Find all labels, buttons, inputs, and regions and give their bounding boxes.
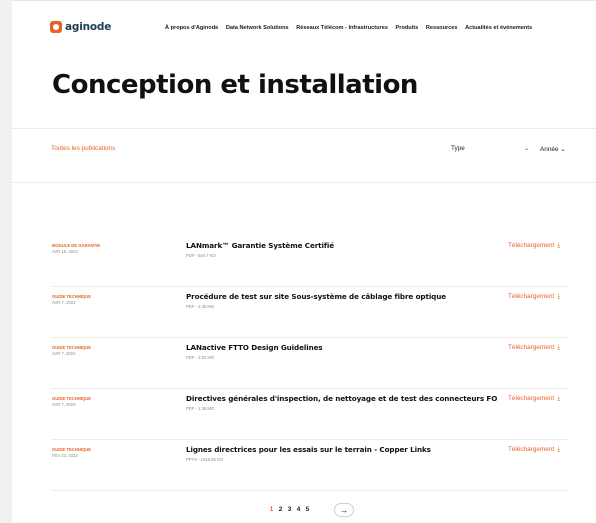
publication-meta: PDF - 1.36 MO	[186, 406, 215, 411]
year-filter[interactable]: Année ⌄	[540, 145, 566, 153]
chevron-down-icon[interactable]: ⌄	[524, 145, 529, 152]
arrow-right-icon: →	[340, 505, 348, 515]
publication-meta: PDF - 2.02 MO	[186, 355, 215, 360]
publication-title[interactable]: LANmark™ Garantie Système Certifié	[186, 241, 334, 250]
publication-date: Avr 7, 2023	[52, 351, 76, 356]
all-publications-filter[interactable]: Toutes les publications	[51, 145, 115, 152]
publication-date: Fév 23, 2023	[52, 453, 78, 458]
download-icon: ⤓	[557, 242, 561, 249]
download-label: Téléchargement	[508, 293, 555, 300]
download-link[interactable]: Téléchargement ⤓	[508, 293, 560, 301]
publication-category: Module de garantie	[52, 243, 101, 248]
main-nav: À propos d'Aginode Data Network Solution…	[165, 25, 532, 31]
publication-meta: PDF - 2.45 MO	[186, 304, 215, 309]
publication-meta: PPTX - 1019.55 KO	[186, 457, 224, 462]
row-divider	[51, 490, 569, 491]
page-title: Conception et installation	[52, 70, 418, 100]
top-border	[12, 0, 596, 1]
nav-item-data-network[interactable]: Data Network Solutions	[226, 25, 289, 31]
download-link[interactable]: Téléchargement ⤓	[508, 242, 560, 250]
left-rail	[0, 0, 12, 523]
publication-category: Guide technique	[52, 294, 92, 299]
nav-item-products[interactable]: Produits	[396, 25, 419, 31]
publication-category: Guide technique	[52, 345, 92, 350]
publication-title[interactable]: Procédure de test sur site Sous-système …	[186, 292, 446, 301]
download-icon: ⤓	[557, 344, 561, 351]
publication-title[interactable]: Lignes directrices pour les essais sur l…	[186, 445, 431, 454]
download-label: Téléchargement	[508, 446, 555, 453]
download-label: Téléchargement	[508, 344, 555, 351]
download-link[interactable]: Téléchargement ⤓	[508, 344, 560, 352]
nav-item-about[interactable]: À propos d'Aginode	[165, 25, 218, 31]
publication-date: Avr 7, 2023	[52, 300, 76, 305]
download-icon: ⤓	[557, 395, 561, 402]
list-item: Guide technique Avr 7, 2023 Procédure de…	[12, 287, 596, 338]
site-header: aginode À propos d'Aginode Data Network …	[12, 16, 596, 44]
download-icon: ⤓	[557, 293, 561, 300]
next-page-button[interactable]: →	[334, 503, 354, 517]
download-link[interactable]: Téléchargement ⤓	[508, 446, 560, 454]
page-link-4[interactable]: 4	[294, 506, 303, 513]
list-item: Module de garantie Avr 18, 2023 LANmark™…	[12, 236, 596, 287]
page-link-3[interactable]: 3	[285, 506, 294, 513]
publication-category: Guide technique	[52, 396, 92, 401]
pagination: 1 2 3 4 5	[267, 506, 312, 513]
list-item: Guide technique Avr 7, 2023 Directives g…	[12, 389, 596, 440]
publication-meta: PDF - 544.7 KO	[186, 253, 216, 258]
type-filter[interactable]: Type	[451, 145, 465, 152]
nav-item-resources[interactable]: Ressources	[426, 25, 458, 31]
nav-item-news[interactable]: Actualités et événements	[465, 25, 532, 31]
publication-title[interactable]: LANactive FTTO Design Guidelines	[186, 343, 323, 352]
publication-category: Guide technique	[52, 447, 92, 452]
divider	[12, 182, 596, 183]
page-link-2[interactable]: 2	[276, 506, 285, 513]
list-item: Guide technique Fév 23, 2023 Lignes dire…	[12, 440, 596, 491]
publication-date: Avr 7, 2023	[52, 402, 76, 407]
aginode-logo[interactable]: aginode	[50, 21, 111, 33]
logo-mark-icon	[50, 21, 62, 33]
filter-bar: Toutes les publications Type ⌄ Année ⌄	[12, 128, 596, 182]
download-label: Téléchargement	[508, 242, 555, 249]
publication-title[interactable]: Directives générales d'inspection, de ne…	[186, 394, 497, 403]
list-item: Guide technique Avr 7, 2023 LANactive FT…	[12, 338, 596, 389]
publication-date: Avr 18, 2023	[52, 249, 78, 254]
logo-text: aginode	[65, 21, 112, 33]
page-link-5[interactable]: 5	[303, 506, 312, 513]
download-link[interactable]: Téléchargement ⤓	[508, 395, 560, 403]
page-link-1[interactable]: 1	[267, 506, 276, 513]
download-icon: ⤓	[557, 446, 561, 453]
nav-item-telecom[interactable]: Réseaux Télécom - Infrastructures	[296, 25, 388, 31]
download-label: Téléchargement	[508, 395, 555, 402]
